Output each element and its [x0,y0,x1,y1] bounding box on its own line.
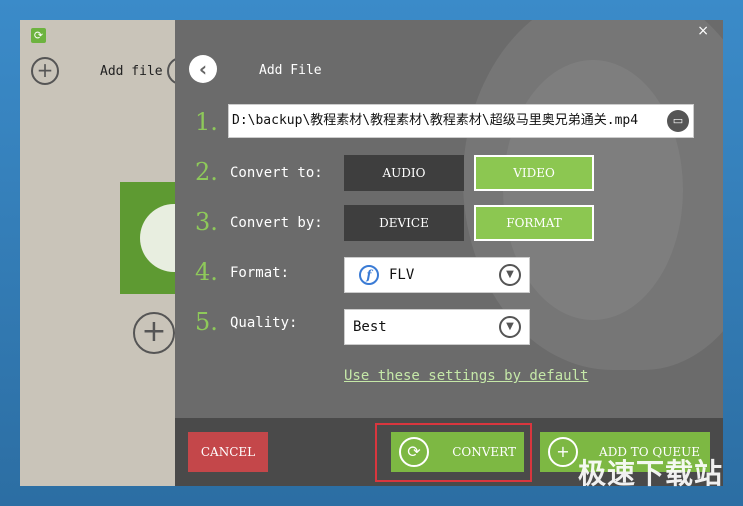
use-default-settings-link[interactable]: Use these settings by default [344,368,588,384]
convert-refresh-icon: ⟳ [399,437,429,467]
quality-select[interactable]: Best ▼ [344,309,530,345]
format-label: Format: [230,265,290,281]
convert-to-audio-button[interactable]: AUDIO [344,155,464,191]
convert-to-video-button[interactable]: VIDEO [474,155,594,191]
quality-value: Best [353,319,387,335]
format-select[interactable]: f FLV ▼ [344,257,530,293]
step-number-5: 5. [195,308,218,336]
app-logo-icon: ⟳ [31,28,46,43]
step-number-2: 2. [195,158,218,186]
plus-icon: + [548,437,578,467]
refresh-arrow-icon [140,204,180,272]
chevron-down-icon[interactable]: ▼ [499,316,521,338]
cancel-button[interactable]: CANCEL [188,432,268,472]
format-value: FLV [389,267,415,283]
back-arrow-icon[interactable]: ‹ [189,55,217,83]
step-number-4: 4. [195,258,218,286]
quality-label: Quality: [230,315,298,331]
add-more-icon[interactable]: + [133,312,175,354]
add-file-label[interactable]: Add file [100,64,163,79]
window-frame: ⟳ + Add file + × ‹ Add File 1. D:\backup… [0,0,743,506]
convert-button[interactable]: ⟳ CONVERT [391,432,524,472]
add-file-icon[interactable]: + [31,57,59,85]
convert-to-label: Convert to: [230,165,323,181]
background-tile [120,182,180,294]
file-path-field[interactable]: D:\backup\教程素材\教程素材\教程素材\超级马里奥兄弟通关.mp4 ▭ [228,104,694,138]
step-number-1: 1. [195,108,218,136]
convert-by-device-button[interactable]: DEVICE [344,205,464,241]
convert-button-label: CONVERT [452,445,516,459]
dialog-title: Add File [259,63,322,78]
close-icon[interactable]: × [697,23,709,39]
step-number-3: 3. [195,208,218,236]
chevron-down-icon[interactable]: ▼ [499,264,521,286]
background-app-panel: ⟳ + Add file + [20,20,195,486]
folder-icon[interactable]: ▭ [667,110,689,132]
add-file-dialog: × ‹ Add File 1. D:\backup\教程素材\教程素材\教程素材… [175,20,723,486]
convert-by-label: Convert by: [230,215,323,231]
flash-icon: f [359,265,379,285]
app-window: ⟳ + Add file + × ‹ Add File 1. D:\backup… [20,20,723,486]
file-path-text: D:\backup\教程素材\教程素材\教程素材\超级马里奥兄弟通关.mp4 [232,113,639,128]
watermark-logo: 极速下载站 [577,457,723,490]
convert-by-format-button[interactable]: FORMAT [474,205,594,241]
